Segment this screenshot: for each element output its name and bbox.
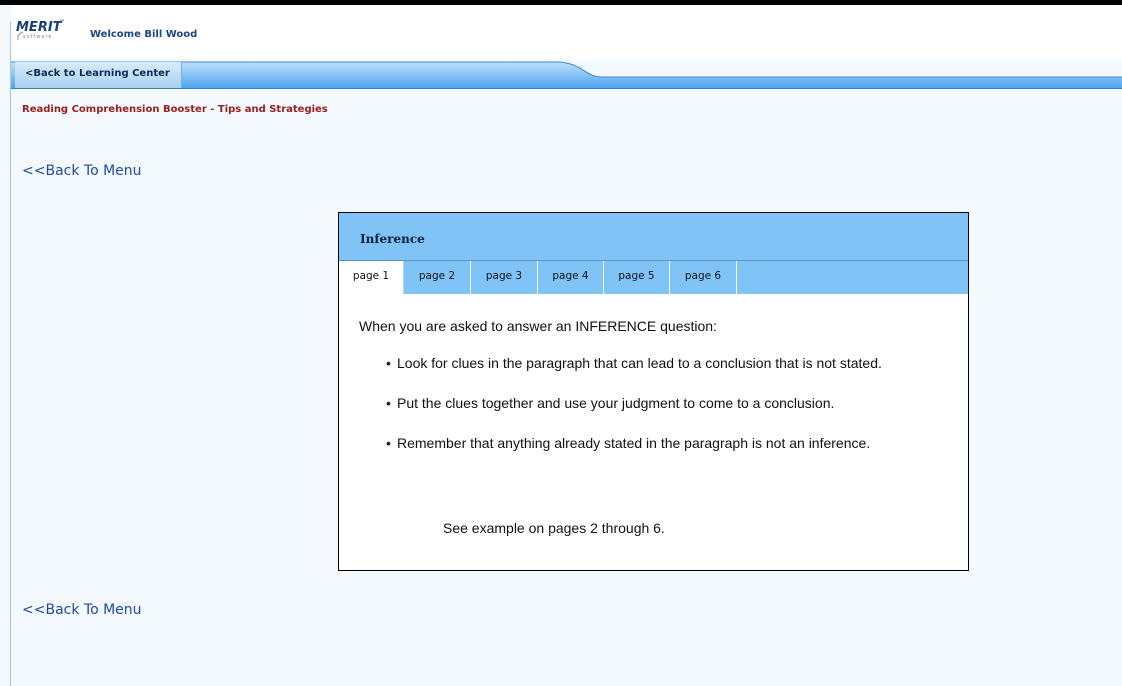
logo-subtext: software [23, 34, 53, 40]
tab-page-1[interactable]: page 1 [339, 261, 404, 294]
lead-text: When you are asked to answer an INFERENC… [359, 318, 717, 334]
panel-title: Inference [360, 232, 425, 246]
bullet-icon: • [386, 435, 391, 451]
panel-header: Inference [339, 213, 968, 261]
tab-page-2[interactable]: page 2 [404, 261, 471, 294]
bullet-text: Look for clues in the paragraph that can… [397, 355, 882, 371]
inference-panel: Inference page 1 page 2 page 3 page 4 pa… [338, 212, 969, 571]
tab-page-4[interactable]: page 4 [538, 261, 604, 294]
logo-text: MERIT [16, 20, 62, 35]
list-item: • Remember that anything already stated i… [386, 435, 870, 451]
tab-page-3[interactable]: page 3 [471, 261, 538, 294]
bullet-icon: • [386, 395, 391, 411]
tab-page-6[interactable]: page 6 [670, 261, 737, 294]
list-item: • Put the clues together and use your jud… [386, 395, 834, 411]
back-to-learning-center-button[interactable]: <Back to Learning Center [15, 62, 182, 88]
example-note: See example on pages 2 through 6. [443, 520, 665, 536]
back-to-menu-link-bottom[interactable]: <<Back To Menu [22, 602, 142, 618]
list-item: • Look for clues in the paragraph that ca… [386, 355, 882, 371]
bullet-text: Remember that anything already stated in… [397, 435, 871, 451]
left-border [10, 22, 11, 686]
back-to-menu-link-top[interactable]: <<Back To Menu [22, 163, 142, 179]
page-subtitle: Reading Comprehension Booster - Tips and… [22, 104, 328, 115]
merit-logo: MERIT ™ software [16, 19, 76, 48]
logo-trademark: ™ [59, 19, 65, 26]
bullet-text: Put the clues together and use your judg… [397, 395, 835, 411]
welcome-text: Welcome Bill Wood [90, 29, 198, 40]
tab-page-5[interactable]: page 5 [604, 261, 670, 294]
page-tabs: page 1 page 2 page 3 page 4 page 5 page … [339, 261, 968, 294]
bullet-icon: • [386, 355, 391, 371]
